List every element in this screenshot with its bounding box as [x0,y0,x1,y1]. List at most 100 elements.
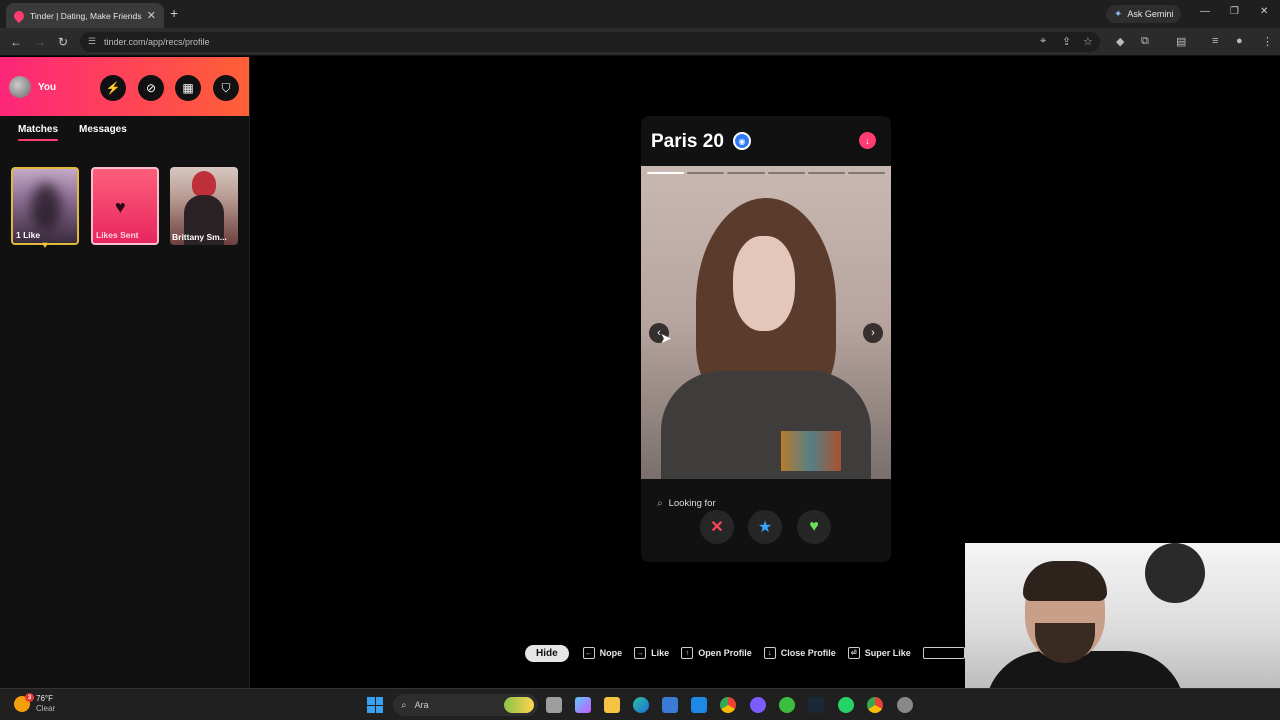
sidebar-header: You ⚡ ⊘ ▦ ⛉ [0,57,249,116]
extensions-puzzle-icon[interactable]: ⧉ [1141,35,1149,48]
location-icon[interactable]: ⌖ [1040,35,1046,48]
weather-temp: 76°F [36,694,53,703]
media-icon[interactable]: ≡ [1212,35,1218,47]
extension-icon[interactable]: ◆ [1116,35,1124,48]
task-view-icon[interactable] [546,697,562,713]
explore-compass-icon[interactable]: ⊘ [138,75,164,101]
file-explorer-icon[interactable] [604,697,620,713]
photo-shirt-print [781,431,841,471]
likes-sent-card[interactable]: ♥ Likes Sent [91,167,159,245]
browser-toolbar: ← → ↻ ☰ tinder.com/app/recs/profile ⌖ ⇪ … [0,28,1280,56]
shortcut-like: → Like [634,647,669,659]
shortcut-label: Nope [599,648,623,658]
discord-icon[interactable] [750,697,766,713]
restore-icon[interactable]: ❐ [1230,6,1239,17]
gold-heart-icon: ♥ [42,240,48,251]
chrome-active-icon[interactable] [867,697,883,713]
forward-icon[interactable]: → [34,35,46,49]
photo-progress-segment [687,172,725,174]
tinder-favicon-icon [11,8,27,23]
keyboard-shortcuts-bar: Hide ← Nope → Like ↑ Open Profile ↓ Close Pr… [525,643,965,663]
nope-button[interactable]: ✕ [700,510,734,544]
shortcut-super-like: ⏎ Super Like [847,647,911,659]
chrome-icon[interactable] [720,697,736,713]
browser-tab-tinder[interactable]: Tinder | Dating, Make Friends & ✕ [6,3,164,28]
photo-progress-segment [807,172,845,174]
taskbar-search-placeholder: Ara [414,700,429,710]
whatsapp-icon[interactable] [838,697,854,713]
weather-condition: Clear [36,704,56,713]
shortcut-label: Open Profile [698,648,752,658]
looking-for-section: ⌕ Looking for [657,498,716,509]
profile-icon[interactable]: ● [1236,35,1243,47]
match-photo [192,171,216,197]
ask-gemini-button[interactable]: ✦ Ask Gemini [1106,5,1182,23]
shortcut-open-profile: ↑ Open Profile [681,647,752,659]
spacebar-key-icon [922,647,965,659]
close-window-icon[interactable]: ✕ [1260,6,1268,17]
close-profile-arrow-icon[interactable]: ↓ [859,132,876,149]
new-tab-button[interactable]: + [170,5,178,21]
photo-progress-segment [847,172,886,174]
sidepanel-icon[interactable]: ▤ [1176,35,1186,48]
like-button[interactable]: ♥ [797,510,831,544]
bookmark-star-icon[interactable]: ☆ [1083,35,1093,48]
ask-gemini-label: Ask Gemini [1127,9,1174,19]
webcam-hair [1023,561,1107,601]
safety-shield-icon[interactable]: ⛉ [213,75,239,101]
address-bar[interactable]: ☰ tinder.com/app/recs/profile [80,32,1100,52]
xbox-icon[interactable] [779,697,795,713]
super-like-button[interactable]: ★ [748,510,782,544]
profile-photo[interactable]: ‹ › [641,166,891,479]
install-icon[interactable]: ⇪ [1062,35,1071,48]
tab-messages[interactable]: Messages [79,124,127,135]
weather-badge: 3 [25,693,34,702]
url-text: tinder.com/app/recs/profile [104,37,210,47]
likes-sent-heart-icon: ♥ [115,197,126,217]
reload-icon[interactable]: ↻ [58,35,68,49]
down-key-icon: ↓ [763,647,776,659]
windows-taskbar: 3 76°F Clear ⌕ Ara [0,688,1280,720]
steam-icon[interactable] [808,697,824,713]
webcam-overlay [965,543,1280,688]
likes-card-label: 1 Like [16,230,41,240]
hide-shortcuts-button[interactable]: Hide [525,644,569,662]
work-briefcase-icon[interactable]: ▦ [175,75,201,101]
match-card[interactable]: Brittany Sm... [170,167,238,245]
webcam-shirt [985,651,1185,688]
boost-bolt-icon[interactable]: ⚡ [100,75,126,101]
user-label[interactable]: You [38,82,56,93]
weather-widget[interactable]: 3 76°F Clear [14,693,56,714]
browser-tab-strip: Tinder | Dating, Make Friends & ✕ + ✦ As… [0,0,1280,28]
search-icon: ⌕ [657,498,663,509]
sidebar-tabs: Matches Messages [0,124,250,144]
next-photo-chevron-icon[interactable]: › [863,323,883,343]
copilot-icon[interactable] [575,697,591,713]
search-icon: ⌕ [401,699,407,711]
profile-name-age: Paris 20 [651,131,724,152]
left-key-icon: ← [582,647,595,659]
gemini-sparkle-icon: ✦ [1114,8,1123,20]
site-info-icon[interactable]: ☰ [88,36,96,47]
tab-matches[interactable]: Matches [18,124,59,141]
likes-sent-label: Likes Sent [96,230,139,240]
shortcut-nope: ← Nope [582,647,623,659]
up-key-icon: ↑ [681,647,694,659]
shortcut-label: Close Profile [780,648,836,658]
webcam-microphone [1145,543,1205,603]
search-highlight-icon [504,697,534,713]
taskbar-search[interactable]: ⌕ Ara [393,694,538,716]
profile-card: Paris 20 ◉ ↓ ‹ › ⌕ Looking for ✕ ★ ♥ [641,116,891,562]
likes-card[interactable]: 1 Like [11,167,79,245]
minimize-icon[interactable]: — [1200,6,1210,17]
close-tab-icon[interactable]: ✕ [147,9,156,22]
windows-start-icon[interactable] [367,697,383,713]
edge-icon[interactable] [633,697,649,713]
menu-icon[interactable]: ⋮ [1262,35,1273,48]
photo-face [733,236,795,331]
avatar[interactable] [9,76,31,98]
store-icon[interactable] [662,697,678,713]
mail-icon[interactable] [691,697,707,713]
back-icon[interactable]: ← [10,35,22,49]
settings-gear-icon[interactable] [897,697,913,713]
